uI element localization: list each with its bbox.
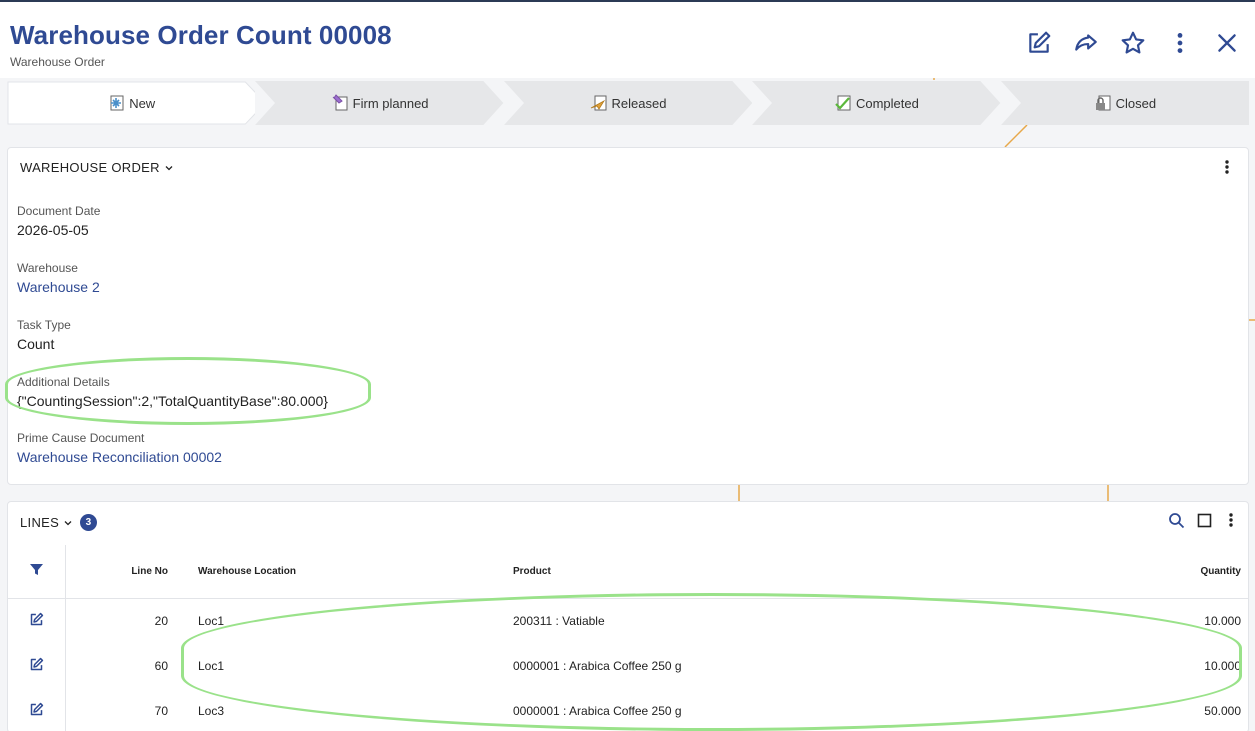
edit-cell [8,643,66,688]
more-vertical-icon [1225,160,1229,174]
edit-row-button[interactable] [29,657,44,672]
count-badge: 3 [80,514,98,531]
edit-row-button[interactable] [29,612,44,627]
close-button[interactable] [1212,28,1241,57]
lines-menu-button[interactable] [1224,511,1238,529]
prime-cause-field: Prime Cause Document Warehouse Reconcili… [17,431,222,465]
search-button[interactable] [1168,512,1185,529]
lines-section: LINES 3 Line No Warehouse Location Produ… [7,501,1249,731]
col-product[interactable]: Product [513,545,1033,599]
cell-product: 200311 : Vatiable [513,613,605,628]
edit-icon [30,612,43,625]
stage-released[interactable]: Released [503,81,753,126]
section-toggle[interactable]: LINES 3 [20,514,98,531]
cell-line-no: 20 [154,613,168,628]
page-header: Warehouse Order Count 00008 Warehouse Or… [0,2,1255,78]
lines-table: Line No Warehouse Location Product Quant… [8,545,1248,731]
cell-product: 0000001 : Arabica Coffee 250 g [513,658,682,673]
close-icon [1217,33,1236,52]
cell-product: 0000001 : Arabica Coffee 250 g [513,703,682,718]
select-button[interactable] [1197,513,1212,528]
field-value: Count [17,336,55,352]
stage-label: Closed [1115,95,1157,111]
table-row[interactable]: 70 Loc3 0000001 : Arabica Coffee 250 g 5… [8,688,1248,731]
table-header-row: Line No Warehouse Location Product Quant… [8,545,1248,599]
cell-quantity: 10.000 [1204,658,1241,673]
warehouse-field: Warehouse Warehouse 2 [17,261,100,295]
stage-firm-planned[interactable]: Firm planned [255,81,504,126]
page-subtitle: Warehouse Order [10,55,105,69]
section-toggle[interactable]: WAREHOUSE ORDER [20,160,174,175]
filter-cell [8,545,66,599]
plane-doc-icon [590,95,607,111]
warehouse-order-section: WAREHOUSE ORDER Document Date 2026-05-05… [7,147,1249,485]
lines-toolbar [1168,511,1238,529]
edit-row-button[interactable] [29,702,44,717]
field-label: Additional Details [17,375,110,389]
pin-doc-icon [332,94,348,111]
more-menu-button[interactable] [1165,28,1194,57]
share-button[interactable] [1071,28,1100,57]
more-vertical-icon [1177,32,1182,53]
col-line-no[interactable]: Line No [65,545,170,599]
additional-details-field: Additional Details {"CountingSession":2,… [17,375,328,409]
lock-doc-icon [1095,95,1111,111]
cell-quantity: 10.000 [1204,613,1241,628]
page-title: Warehouse Order Count 00008 [10,20,392,50]
check-doc-icon [835,95,851,111]
chevron-down-icon [165,165,173,170]
star-icon [1121,31,1144,54]
table-row[interactable]: 20 Loc1 200311 : Vatiable 10.000 [8,598,1248,643]
field-label: Task Type [17,318,71,332]
edit-cell [8,598,66,643]
col-quantity[interactable]: Quantity [1033,545,1248,599]
field-value: {"CountingSession":2,"TotalQuantityBase"… [17,393,328,409]
edit-cell [8,688,66,731]
edit-icon [30,702,43,715]
share-icon [1074,33,1097,51]
stage-label: Completed [855,95,919,111]
warehouse-link[interactable]: Warehouse 2 [17,279,100,295]
filter-button[interactable] [29,562,44,577]
cell-location: Loc3 [198,703,225,718]
field-label: Prime Cause Document [17,431,145,445]
search-icon [1169,512,1185,528]
stage-completed[interactable]: Completed [752,81,1001,126]
prime-cause-link[interactable]: Warehouse Reconciliation 00002 [17,449,222,465]
document-date-field: Document Date 2026-05-05 [17,204,100,238]
favorite-button[interactable] [1118,28,1147,57]
field-label: Warehouse [17,261,78,275]
more-vertical-icon [1229,513,1233,527]
header-actions [1024,28,1241,57]
chevron-down-icon [64,520,72,525]
stage-label: Released [611,95,667,111]
section-title: LINES [20,515,60,530]
table-row[interactable]: 60 Loc1 0000001 : Arabica Coffee 250 g 1… [8,643,1248,688]
status-stages: New Firm planned Released Completed Clos… [7,81,1249,126]
edit-button[interactable] [1024,28,1053,57]
edit-icon [1028,31,1050,53]
cell-location: Loc1 [198,613,225,628]
stage-label: New [129,95,156,111]
new-doc-icon [110,95,124,111]
task-type-field: Task Type Count [17,318,71,352]
cell-line-no: 70 [154,703,168,718]
filter-icon [29,564,43,576]
section-menu-button[interactable] [1220,158,1234,181]
section-title: WAREHOUSE ORDER [20,160,160,175]
stage-closed[interactable]: Closed [1000,81,1249,126]
cell-quantity: 50.000 [1204,703,1241,718]
stage-label: Firm planned [352,95,429,111]
stage-new[interactable]: New [7,81,256,125]
col-location[interactable]: Warehouse Location [170,545,513,599]
cell-line-no: 60 [154,658,168,673]
square-icon [1197,513,1212,527]
cell-location: Loc1 [198,658,225,673]
edit-icon [30,657,43,670]
field-value: 2026-05-05 [17,222,89,238]
field-label: Document Date [17,204,101,218]
